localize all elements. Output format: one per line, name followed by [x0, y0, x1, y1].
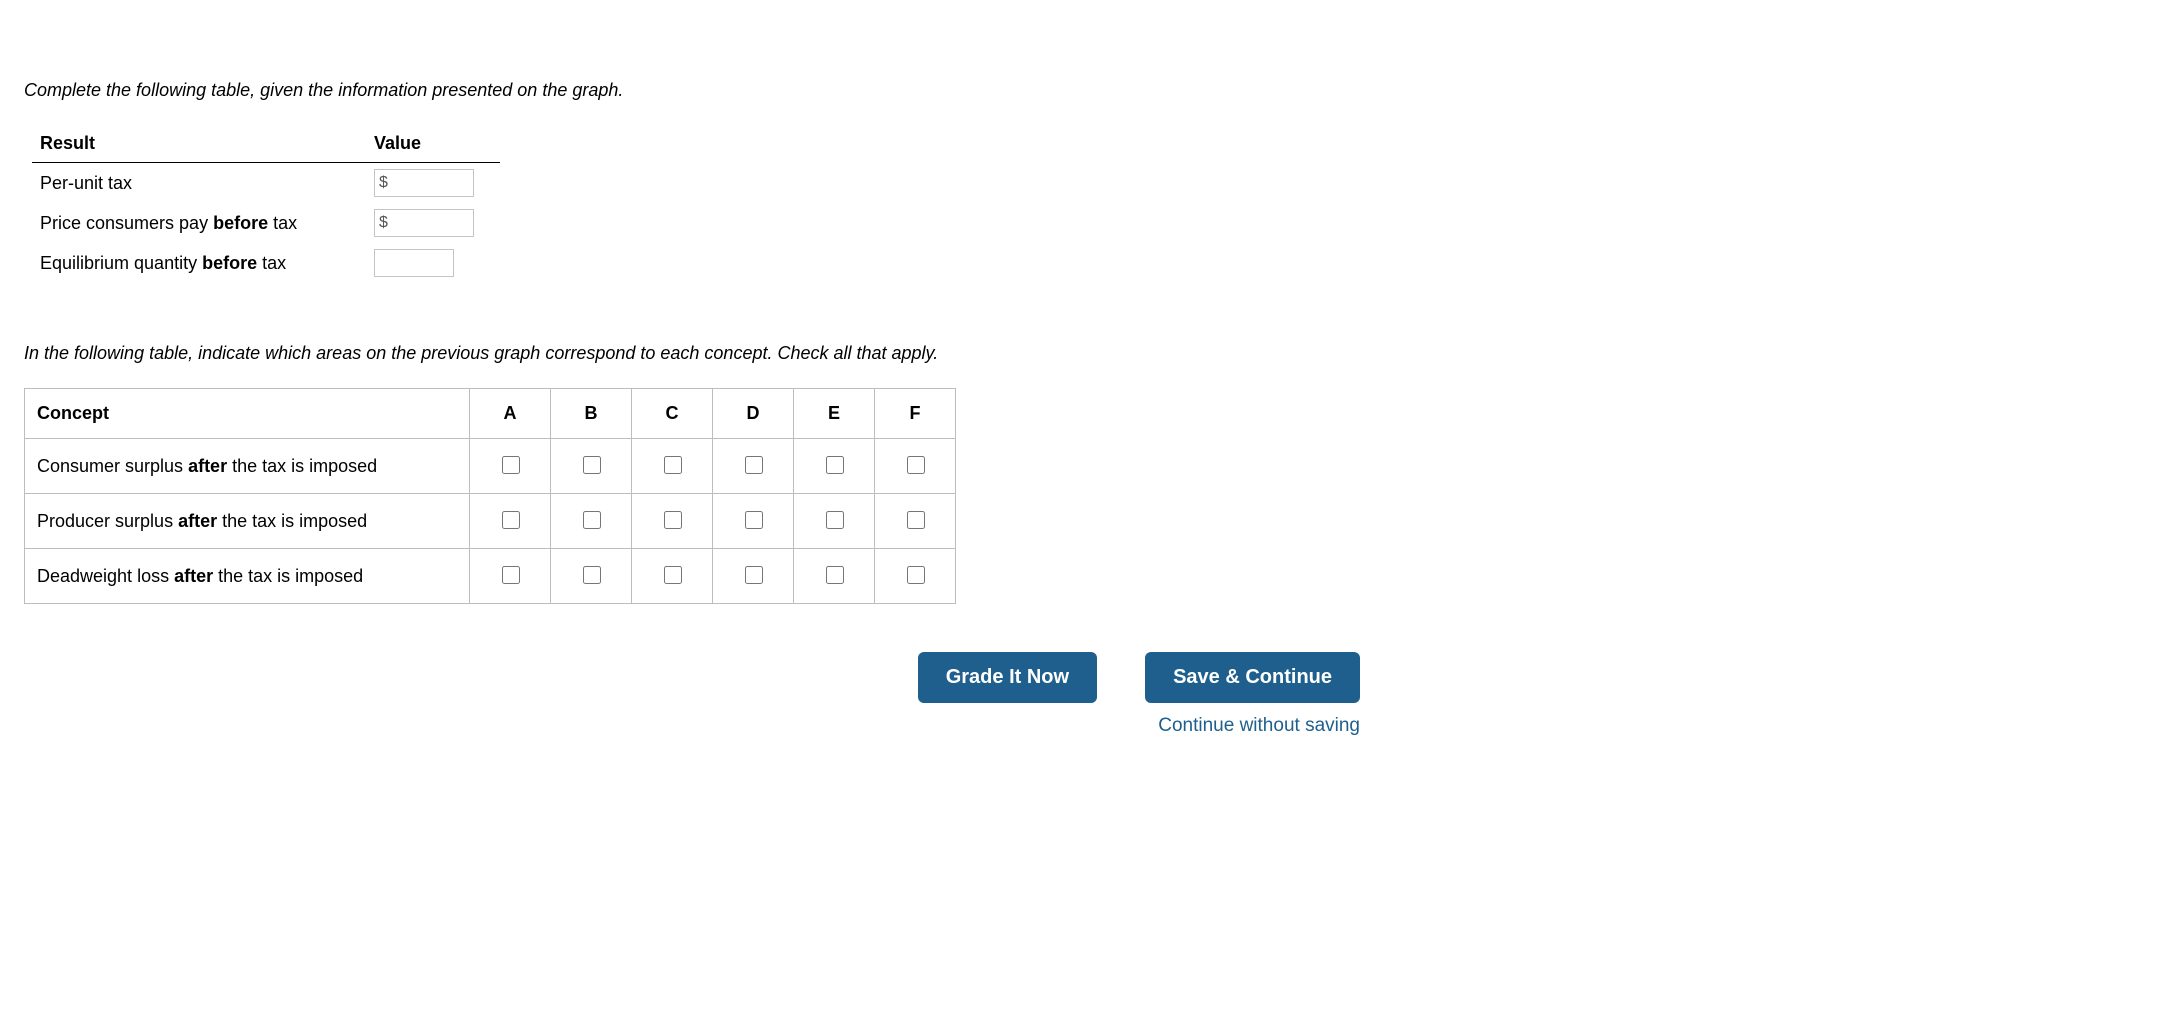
- result-label-pre: Per-unit tax: [40, 173, 132, 193]
- area-cell: [794, 494, 875, 549]
- button-row: Grade It Now Save & Continue: [918, 652, 1360, 703]
- value-input-wrap: [374, 249, 454, 277]
- area-cell: [470, 494, 551, 549]
- checkbox-ps-b[interactable]: [583, 511, 601, 529]
- area-header-e: E: [794, 389, 875, 439]
- currency-prefix: $: [379, 174, 388, 192]
- result-value-body: Per-unit tax $ Price consumers pay befor…: [32, 163, 500, 284]
- concept-label: Deadweight loss after the tax is imposed: [25, 549, 470, 604]
- save-continue-button[interactable]: Save & Continue: [1145, 652, 1360, 703]
- concept-label-bold: after: [188, 456, 227, 476]
- concept-header: Concept: [25, 389, 470, 439]
- result-label-bold: before: [202, 253, 257, 273]
- concept-row: Producer surplus after the tax is impose…: [25, 494, 956, 549]
- area-header-a: A: [470, 389, 551, 439]
- concept-label-bold: after: [178, 511, 217, 531]
- grade-it-now-button[interactable]: Grade It Now: [918, 652, 1097, 703]
- area-cell: [794, 549, 875, 604]
- area-header-d: D: [713, 389, 794, 439]
- result-value-cell: [366, 243, 500, 283]
- checkbox-dwl-c[interactable]: [664, 566, 682, 584]
- concept-label-pre: Deadweight loss: [37, 566, 174, 586]
- area-cell: [632, 549, 713, 604]
- area-cell: [713, 549, 794, 604]
- result-value-cell: $: [366, 203, 500, 243]
- concept-label: Consumer surplus after the tax is impose…: [25, 439, 470, 494]
- concept-area-body: Consumer surplus after the tax is impose…: [25, 439, 956, 604]
- area-cell: [632, 494, 713, 549]
- concept-label-post: the tax is imposed: [213, 566, 363, 586]
- area-header-b: B: [551, 389, 632, 439]
- result-value-header-value: Value: [366, 125, 500, 163]
- instruction-2: In the following table, indicate which a…: [24, 343, 2140, 364]
- result-label: Per-unit tax: [32, 163, 366, 204]
- result-label: Equilibrium quantity before tax: [32, 243, 366, 283]
- checkbox-ps-f[interactable]: [907, 511, 925, 529]
- checkbox-cs-c[interactable]: [664, 456, 682, 474]
- concept-label-post: the tax is imposed: [217, 511, 367, 531]
- concept-label-bold: after: [174, 566, 213, 586]
- equilibrium-qty-input[interactable]: [379, 253, 449, 273]
- checkbox-cs-a[interactable]: [502, 456, 520, 474]
- concept-label: Producer surplus after the tax is impose…: [25, 494, 470, 549]
- checkbox-cs-b[interactable]: [583, 456, 601, 474]
- result-label-bold: before: [213, 213, 268, 233]
- area-header-c: C: [632, 389, 713, 439]
- area-cell: [875, 549, 956, 604]
- continue-without-saving-link[interactable]: Continue without saving: [1158, 715, 1360, 737]
- checkbox-dwl-b[interactable]: [583, 566, 601, 584]
- checkbox-cs-e[interactable]: [826, 456, 844, 474]
- checkbox-cs-d[interactable]: [745, 456, 763, 474]
- value-input-wrap: $: [374, 209, 474, 237]
- result-label: Price consumers pay before tax: [32, 203, 366, 243]
- spacer: [24, 283, 2140, 343]
- question-page: Complete the following table, given the …: [0, 0, 2164, 777]
- concept-label-pre: Producer surplus: [37, 511, 178, 531]
- result-label-post: tax: [268, 213, 297, 233]
- checkbox-ps-c[interactable]: [664, 511, 682, 529]
- area-cell: [470, 549, 551, 604]
- checkbox-ps-a[interactable]: [502, 511, 520, 529]
- currency-prefix: $: [379, 214, 388, 232]
- per-unit-tax-input[interactable]: [390, 173, 469, 193]
- area-cell: [713, 439, 794, 494]
- concept-label-pre: Consumer surplus: [37, 456, 188, 476]
- result-label-post: tax: [257, 253, 286, 273]
- instruction-1: Complete the following table, given the …: [24, 80, 2140, 101]
- result-label-pre: Price consumers pay: [40, 213, 213, 233]
- result-value-row: Per-unit tax $: [32, 163, 500, 204]
- result-value-header-result: Result: [32, 125, 366, 163]
- concept-row: Deadweight loss after the tax is imposed: [25, 549, 956, 604]
- area-header-f: F: [875, 389, 956, 439]
- area-cell: [875, 494, 956, 549]
- checkbox-dwl-a[interactable]: [502, 566, 520, 584]
- area-cell: [875, 439, 956, 494]
- area-cell: [470, 439, 551, 494]
- checkbox-ps-e[interactable]: [826, 511, 844, 529]
- checkbox-dwl-e[interactable]: [826, 566, 844, 584]
- area-cell: [632, 439, 713, 494]
- concept-label-post: the tax is imposed: [227, 456, 377, 476]
- price-before-tax-input[interactable]: [390, 213, 469, 233]
- concept-area-table: Concept A B C D E F Consumer surplus aft…: [24, 388, 956, 604]
- result-value-row: Equilibrium quantity before tax: [32, 243, 500, 283]
- result-label-pre: Equilibrium quantity: [40, 253, 202, 273]
- area-cell: [551, 494, 632, 549]
- checkbox-ps-d[interactable]: [745, 511, 763, 529]
- actions-area: Grade It Now Save & Continue Continue wi…: [24, 652, 2140, 737]
- concept-row: Consumer surplus after the tax is impose…: [25, 439, 956, 494]
- result-value-row: Price consumers pay before tax $: [32, 203, 500, 243]
- checkbox-dwl-d[interactable]: [745, 566, 763, 584]
- area-cell: [551, 549, 632, 604]
- checkbox-cs-f[interactable]: [907, 456, 925, 474]
- checkbox-dwl-f[interactable]: [907, 566, 925, 584]
- area-cell: [713, 494, 794, 549]
- value-input-wrap: $: [374, 169, 474, 197]
- area-cell: [794, 439, 875, 494]
- result-value-cell: $: [366, 163, 500, 204]
- result-value-table: Result Value Per-unit tax $: [32, 125, 500, 283]
- area-cell: [551, 439, 632, 494]
